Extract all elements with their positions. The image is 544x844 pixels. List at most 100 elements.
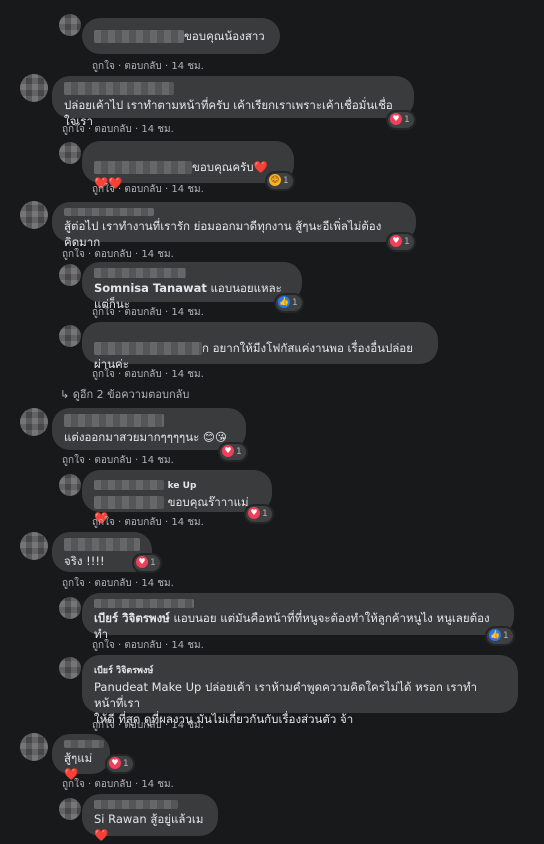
author-name-blurred[interactable]: [94, 161, 192, 174]
timestamp: 14 ชม.: [171, 369, 204, 380]
reply-link[interactable]: ตอบกลับ: [124, 369, 161, 380]
comment-text: จริง !!!!: [64, 554, 105, 568]
comment-actions: ถูกใจ · ตอบกลับ · 14 ชม.: [92, 369, 204, 380]
reply-link[interactable]: ตอบกลับ: [94, 779, 131, 790]
comment-bubble: ปล่อยเค้าไป เราทำตามหน้าที่ครับ เค้าเรีย…: [52, 76, 414, 128]
reaction-badge[interactable]: ♥ 1: [107, 756, 133, 772]
author-name-blurred[interactable]: [64, 208, 154, 216]
comment-actions: ถูกใจ · ตอบกลับ · 14 ชม.: [62, 249, 174, 260]
like-link[interactable]: ถูกใจ: [62, 249, 85, 260]
avatar[interactable]: [20, 733, 48, 761]
author-name-blurred[interactable]: [94, 30, 184, 43]
comment-actions: ถูกใจ · ตอบกลับ · 14 ชม.: [92, 640, 204, 651]
comment-bubble: แต่งออกมาสวยมากๆๆๆๆนะ 😊😘: [52, 408, 246, 450]
avatar[interactable]: [20, 532, 48, 560]
comment-bubble: ก อยากให้มีงโฟกัสแค่งานพอ เรื่องอื่นปล่อ…: [82, 322, 438, 371]
timestamp: 14 ชม.: [171, 184, 204, 195]
heart-icon: ♥: [248, 506, 260, 519]
author-name[interactable]: เบียร์ วิจิตรพงษ์: [94, 666, 153, 676]
comment-actions: ถูกใจ · ตอบกลับ · 14 ชม.: [92, 517, 204, 528]
avatar[interactable]: [59, 264, 81, 286]
author-name[interactable]: ke Up: [168, 481, 197, 491]
comment-bubble: ขอบคุณครับ❤️❤️❤️: [82, 141, 294, 190]
reply-link[interactable]: ตอบกลับ: [94, 249, 131, 260]
reply-link[interactable]: ตอบกลับ: [94, 455, 131, 466]
comment-actions: ถูกใจ · ตอบกลับ · 14 ชม.: [62, 779, 174, 790]
avatar[interactable]: [20, 74, 48, 102]
reaction-badge[interactable]: 👍 1: [487, 628, 513, 644]
avatar[interactable]: [59, 325, 81, 347]
avatar[interactable]: [59, 657, 81, 679]
author-name-blurred[interactable]: [64, 414, 164, 427]
comment-bubble: เบียร์ วิจิตรพงษ์ Panudeat Make Up ปล่อย…: [82, 655, 518, 726]
reaction-badge[interactable]: ♥ 1: [246, 506, 272, 522]
timestamp: 14 ชม.: [141, 124, 174, 135]
timestamp: 14 ชม.: [141, 779, 174, 790]
reply-link[interactable]: ตอบกลับ: [124, 517, 161, 528]
reply-arrow-icon: ↳: [60, 388, 73, 401]
author-name[interactable]: Panudeat Make Up: [94, 680, 201, 694]
like-icon: 👍: [489, 628, 501, 641]
view-more-replies[interactable]: ↳ ดูอีก 2 ข้อความตอบกลับ: [60, 385, 189, 403]
timestamp: 14 ชม.: [141, 455, 174, 466]
author-name[interactable]: Si Rawan: [94, 812, 147, 826]
like-link[interactable]: ถูกใจ: [92, 720, 115, 731]
comment-text: สู้ต่อไป เราทำงานที่เรารัก ย่อมออกมาดีทุ…: [64, 219, 382, 249]
reply-link[interactable]: ตอบกลับ: [124, 184, 161, 195]
reply-link[interactable]: ตอบกลับ: [124, 640, 161, 651]
like-link[interactable]: ถูกใจ: [92, 307, 115, 318]
comment-bubble: Somnisa Tanawat แอบนอยแหละ แต่ก็นะ: [82, 262, 302, 311]
like-link[interactable]: ถูกใจ: [92, 369, 115, 380]
reply-link[interactable]: ตอบกลับ: [94, 124, 131, 135]
avatar[interactable]: [59, 142, 81, 164]
like-link[interactable]: ถูกใจ: [92, 184, 115, 195]
reaction-badge[interactable]: ♥ 1: [134, 555, 160, 571]
author-name-blurred[interactable]: [94, 496, 164, 509]
avatar[interactable]: [59, 474, 81, 496]
like-link[interactable]: ถูกใจ: [92, 61, 115, 72]
like-link[interactable]: ถูกใจ: [62, 124, 85, 135]
heart-icon: ♥: [222, 444, 234, 457]
author-name-blurred[interactable]: [64, 538, 140, 551]
like-link[interactable]: ถูกใจ: [62, 578, 85, 589]
author-name[interactable]: Somnisa Tanawat: [94, 281, 207, 295]
author-name-blurred[interactable]: [94, 800, 178, 809]
author-name-blurred[interactable]: [64, 740, 104, 748]
timestamp: 14 ชม.: [171, 640, 204, 651]
timestamp: 14 ชม.: [171, 61, 204, 72]
like-link[interactable]: ถูกใจ: [92, 640, 115, 651]
heart-icon: ♥: [109, 756, 121, 769]
reaction-badge[interactable]: ♥ 1: [220, 444, 246, 460]
comment-actions: ถูกใจ · ตอบกลับ · 14 ชม.: [92, 307, 204, 318]
reaction-badge[interactable]: ♥ 1: [388, 234, 414, 250]
author-name-blurred[interactable]: [64, 82, 174, 95]
reply-link[interactable]: ตอบกลับ: [124, 61, 161, 72]
author-name-blurred[interactable]: [94, 479, 164, 490]
comment-bubble: Si Rawan สู้อยู่แล้วเม❤️: [82, 794, 218, 842]
like-link[interactable]: ถูกใจ: [62, 779, 85, 790]
like-link[interactable]: ถูกใจ: [92, 517, 115, 528]
like-link[interactable]: ถูกใจ: [62, 455, 85, 466]
reply-link[interactable]: ตอบกลับ: [124, 307, 161, 318]
avatar[interactable]: [20, 201, 48, 229]
reaction-badge[interactable]: ☺ 1: [267, 173, 293, 189]
comment-actions: ถูกใจ · ตอบกลับ · 14 ชม.: [62, 124, 174, 135]
author-name-blurred[interactable]: [94, 342, 202, 355]
avatar[interactable]: [59, 597, 81, 619]
avatar[interactable]: [59, 798, 81, 820]
author-name-blurred[interactable]: [94, 268, 186, 278]
heart-icon: ♥: [136, 555, 148, 568]
reply-link[interactable]: ตอบกลับ: [124, 720, 161, 731]
comment-bubble: สู้ๆแม่❤️: [52, 734, 110, 781]
reply-link[interactable]: ตอบกลับ: [94, 578, 131, 589]
comment-actions: ถูกใจ · ตอบกลับ · 14 ชม.: [92, 184, 204, 195]
comment-bubble: ke Up ขอบคุณร๊าาาแม่❤️: [82, 470, 272, 525]
author-name[interactable]: เบียร์ วิจิตรพงษ์: [94, 611, 170, 625]
timestamp: 14 ชม.: [171, 720, 204, 731]
avatar[interactable]: [20, 408, 48, 436]
author-name-blurred[interactable]: [94, 599, 194, 608]
reaction-badge[interactable]: ♥ 1: [388, 112, 414, 128]
avatar[interactable]: [59, 14, 81, 36]
comment-actions: ถูกใจ · ตอบกลับ · 14 ชม.: [62, 455, 174, 466]
reaction-badge[interactable]: 👍 1: [276, 295, 302, 311]
